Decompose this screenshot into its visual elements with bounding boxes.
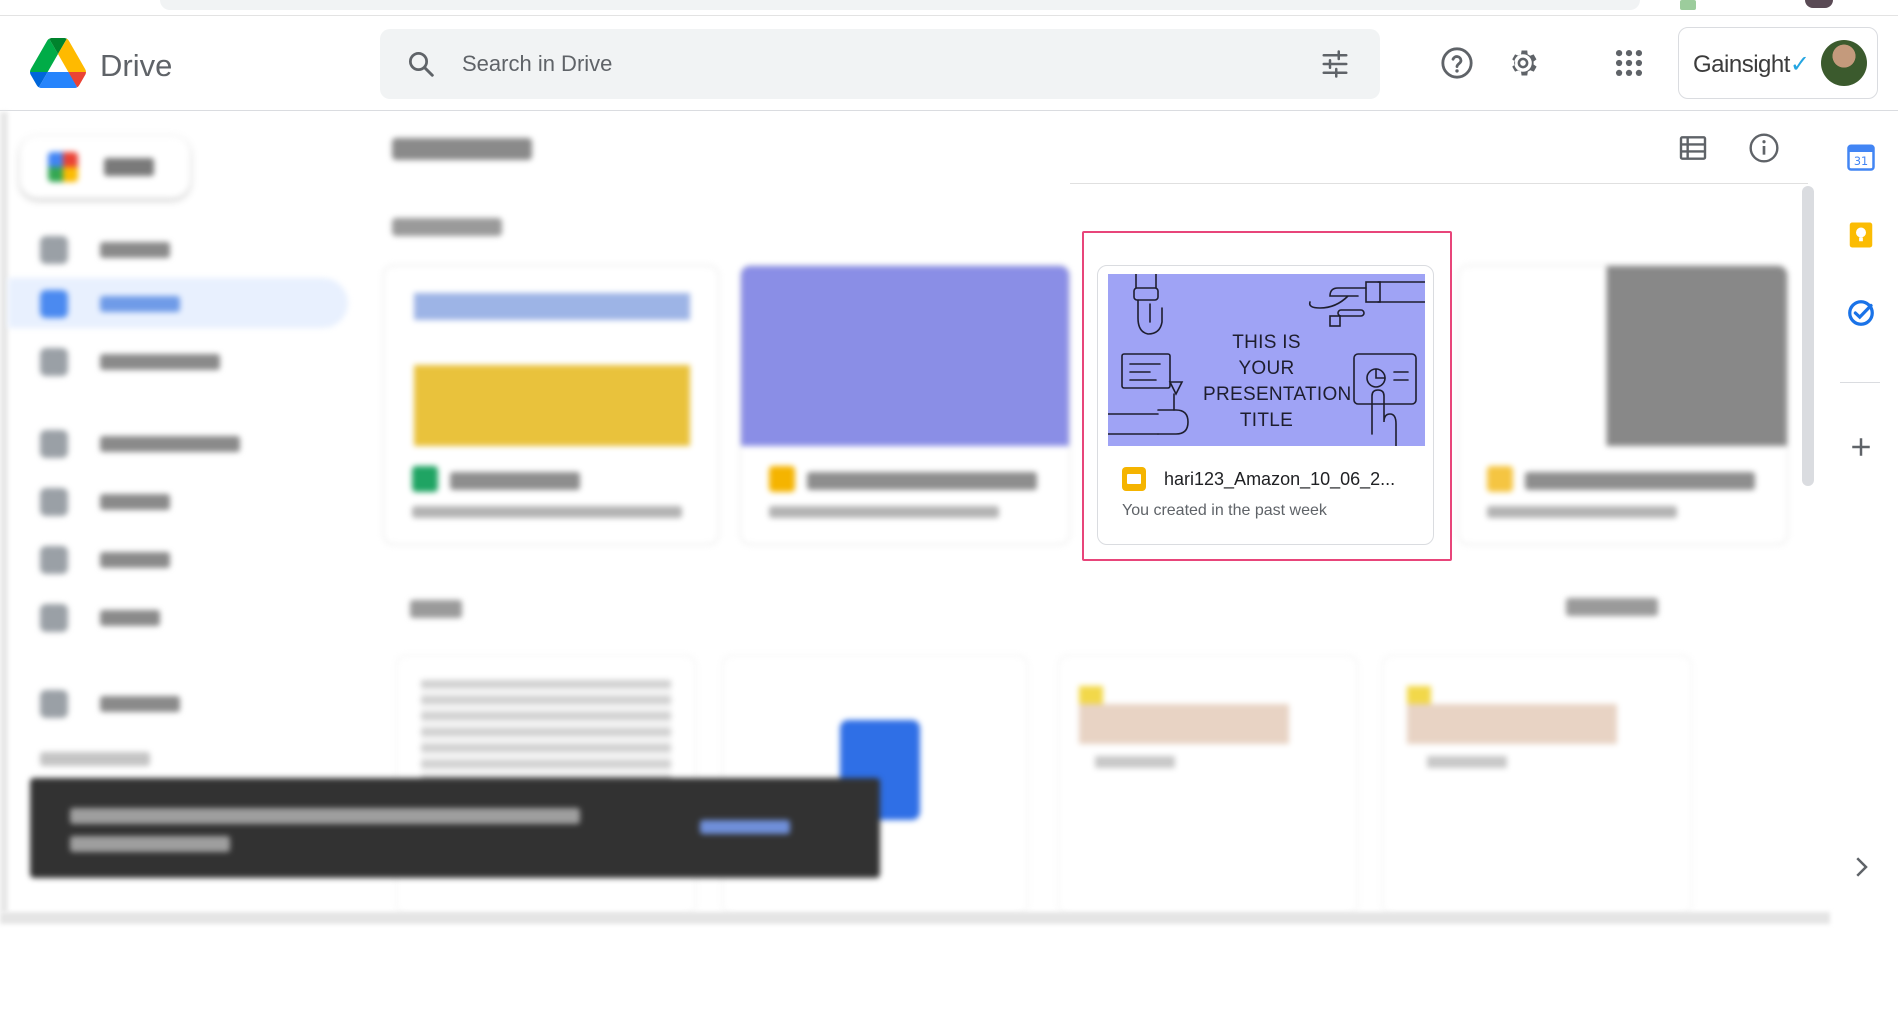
sidebar-item[interactable] xyxy=(8,678,348,728)
file-subtitle xyxy=(1487,506,1677,518)
divider xyxy=(1070,183,1808,184)
org-name: Gainsight✓ xyxy=(1693,51,1810,78)
browser-address-bar[interactable] xyxy=(160,0,1640,10)
section-heading xyxy=(392,218,502,236)
sidebar-item[interactable] xyxy=(8,534,348,584)
browser-profile-avatar[interactable] xyxy=(1805,0,1833,8)
info-icon[interactable] xyxy=(1748,132,1780,164)
file-subtitle xyxy=(769,506,999,518)
suggested-file-card[interactable] xyxy=(740,265,1070,545)
files-heading xyxy=(410,600,462,618)
vertical-scrollbar[interactable] xyxy=(1802,186,1814,486)
sidebar-item[interactable] xyxy=(8,224,348,274)
drive-logo-icon[interactable] xyxy=(30,38,86,88)
sidebar-item-label xyxy=(100,296,180,312)
star-icon xyxy=(40,546,68,574)
clock-icon xyxy=(40,488,68,516)
new-button[interactable] xyxy=(20,136,190,198)
file-type-icon xyxy=(1407,686,1431,704)
snackbar-action-button[interactable] xyxy=(700,820,790,834)
sort-control[interactable] xyxy=(1566,598,1658,616)
sidebar-item-label xyxy=(100,494,170,510)
sidebar-item-active[interactable] xyxy=(8,278,348,328)
apps-grid-icon[interactable] xyxy=(1612,46,1646,80)
sidebar-item-label xyxy=(100,242,170,258)
search-input[interactable] xyxy=(462,41,1282,87)
file-thumbnail xyxy=(741,266,1069,446)
home-icon xyxy=(40,236,68,264)
file-name xyxy=(1095,756,1175,768)
keep-icon[interactable] xyxy=(1846,220,1876,250)
presentation-title-text: THIS IS YOUR PRESENTATION TITLE xyxy=(1203,332,1352,431)
computer-icon xyxy=(40,348,68,376)
suggested-file-card[interactable] xyxy=(1458,265,1788,545)
snackbar-message xyxy=(70,808,580,824)
app-title[interactable]: Drive xyxy=(100,48,172,84)
slides-icon xyxy=(1122,467,1146,491)
file-name[interactable]: hari123_Amazon_10_06_2... xyxy=(1164,469,1395,490)
sidebar-item-label xyxy=(100,610,160,626)
cloud-icon xyxy=(40,690,68,718)
trash-icon xyxy=(40,604,68,632)
sidebar-item-label xyxy=(100,696,180,712)
snackbar-message xyxy=(70,836,230,852)
horizontal-scrollbar[interactable] xyxy=(0,912,1830,924)
page-title xyxy=(392,138,532,160)
suggested-file-card[interactable] xyxy=(383,265,719,545)
window-edge xyxy=(0,112,8,912)
snackbar xyxy=(30,778,880,878)
file-name xyxy=(807,472,1037,490)
file-name xyxy=(1427,756,1507,768)
sidebar-item[interactable] xyxy=(8,592,348,642)
presentation-thumbnail[interactable]: THIS IS YOUR PRESENTATION TITLE xyxy=(1108,274,1425,446)
file-name xyxy=(450,472,580,490)
slides-icon xyxy=(769,466,795,492)
plus-icon[interactable] xyxy=(1846,432,1876,462)
list-view-icon[interactable] xyxy=(1677,132,1709,164)
sidebar-item[interactable] xyxy=(8,418,348,468)
chevron-right-icon[interactable] xyxy=(1846,852,1876,882)
sidebar-item-label xyxy=(100,436,240,452)
app-header: Drive Search in Drive Gainsight✓ xyxy=(0,16,1898,111)
tune-icon[interactable] xyxy=(1320,49,1350,79)
search-bar[interactable] xyxy=(380,29,1380,99)
file-thumbnail xyxy=(1407,704,1617,744)
file-name xyxy=(1525,472,1755,490)
account-switcher[interactable]: Gainsight✓ xyxy=(1678,27,1878,99)
gear-icon[interactable] xyxy=(1506,46,1540,80)
file-thumbnail xyxy=(1459,266,1787,446)
file-type-icon xyxy=(1079,686,1103,704)
plus-icon xyxy=(48,152,78,182)
browser-extension-icon[interactable] xyxy=(1680,0,1696,10)
file-thumbnail xyxy=(414,266,690,446)
browser-tabbar xyxy=(0,0,1898,16)
side-panel: 31 xyxy=(1818,112,1898,912)
help-icon[interactable] xyxy=(1440,46,1474,80)
sidebar-item-label xyxy=(100,552,170,568)
suggested-file-card-focused[interactable]: THIS IS YOUR PRESENTATION TITLE hari123_… xyxy=(1097,265,1434,545)
sidebar-item-label xyxy=(100,354,220,370)
search-icon[interactable] xyxy=(406,49,436,79)
file-activity-text: You created in the past week xyxy=(1122,502,1327,519)
sidebar-item[interactable] xyxy=(8,336,348,386)
folder-icon xyxy=(40,290,68,318)
sidebar-item[interactable] xyxy=(8,476,348,526)
calendar-icon[interactable]: 31 xyxy=(1846,142,1876,172)
avatar[interactable] xyxy=(1821,40,1867,86)
tasks-icon[interactable] xyxy=(1846,298,1876,328)
file-name-row: hari123_Amazon_10_06_2... xyxy=(1122,464,1422,494)
svg-text:31: 31 xyxy=(1854,155,1868,168)
new-button-label xyxy=(104,158,154,176)
sheets-icon xyxy=(412,466,438,492)
people-icon xyxy=(40,430,68,458)
slides-icon xyxy=(1487,466,1513,492)
storage-meter xyxy=(40,752,150,766)
file-thumbnail xyxy=(1079,704,1289,744)
divider xyxy=(1840,382,1880,383)
file-subtitle xyxy=(412,506,682,518)
file-card[interactable] xyxy=(1382,655,1692,915)
file-card[interactable] xyxy=(1058,655,1358,915)
